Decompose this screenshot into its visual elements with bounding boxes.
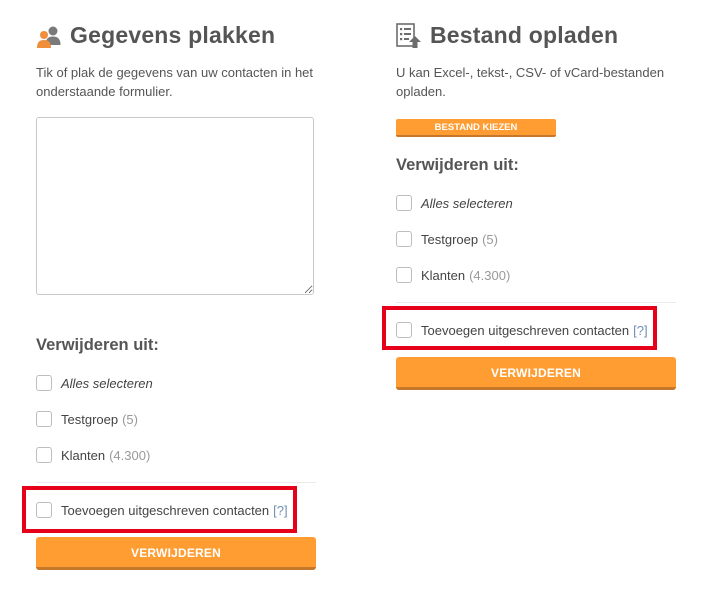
- group-name: Klanten: [61, 447, 106, 463]
- paste-heading: Gegevens plakken: [36, 22, 275, 49]
- group-name: Testgroep: [61, 411, 119, 427]
- group-option-testgroep[interactable]: Testgroep (5): [396, 229, 498, 249]
- contacts-icon: [37, 26, 61, 48]
- group-option-klanten[interactable]: Klanten (4.300): [36, 445, 150, 465]
- group-name: Klanten: [421, 267, 466, 283]
- remove-button[interactable]: VERWIJDEREN: [396, 357, 676, 390]
- select-all-label: Alles selecteren: [421, 195, 513, 211]
- highlight-box: [22, 486, 297, 533]
- paste-textarea[interactable]: [36, 117, 314, 295]
- select-all-option[interactable]: Alles selecteren: [396, 193, 513, 213]
- page-title: Gegevens plakken: [70, 22, 276, 48]
- remove-button[interactable]: VERWIJDEREN: [36, 537, 316, 570]
- select-all-option[interactable]: Alles selecteren: [36, 373, 153, 393]
- divider: [396, 302, 676, 303]
- select-all-checkbox[interactable]: [36, 375, 52, 391]
- group-count: (5): [482, 231, 498, 247]
- divider: [36, 482, 316, 483]
- group-option-testgroep[interactable]: Testgroep (5): [36, 409, 138, 429]
- group-checkbox[interactable]: [396, 231, 412, 247]
- upload-description: U kan Excel-, tekst-, CSV- of vCard-best…: [396, 65, 665, 99]
- highlight-box: [382, 306, 657, 350]
- file-upload-icon: [396, 22, 421, 48]
- group-count: (5): [122, 411, 138, 427]
- group-checkbox[interactable]: [396, 267, 412, 283]
- upload-heading: Bestand opladen: [396, 22, 618, 49]
- remove-from-heading: Verwijderen uit:: [36, 336, 159, 354]
- select-all-checkbox[interactable]: [396, 195, 412, 211]
- remove-from-heading: Verwijderen uit:: [396, 156, 519, 174]
- group-count: (4.300): [469, 267, 511, 283]
- paste-description: Tik of plak de gegevens van uw contacten…: [36, 65, 314, 99]
- group-checkbox[interactable]: [36, 411, 52, 427]
- group-option-klanten[interactable]: Klanten (4.300): [396, 265, 510, 285]
- group-checkbox[interactable]: [36, 447, 52, 463]
- select-all-label: Alles selecteren: [61, 375, 153, 391]
- page-title: Bestand opladen: [430, 22, 619, 48]
- group-name: Testgroep: [421, 231, 479, 247]
- choose-file-button[interactable]: BESTAND KIEZEN: [396, 119, 556, 137]
- group-count: (4.300): [109, 447, 151, 463]
